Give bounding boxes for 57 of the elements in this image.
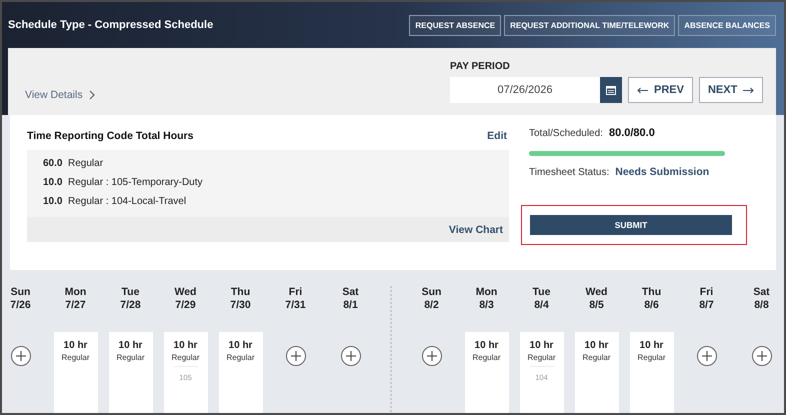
plus-icon [346, 351, 356, 361]
add-button[interactable] [752, 346, 772, 366]
view-chart-link[interactable]: View Chart [448, 224, 503, 236]
header-button[interactable]: ABSENCE BALANCES [678, 14, 776, 36]
time-entry-card[interactable]: 10 hr Regular [218, 332, 262, 413]
add-button[interactable] [10, 346, 30, 366]
day-header: Fri 8/7 [699, 286, 714, 313]
time-entry-card[interactable]: 10 hr Regular [54, 332, 98, 413]
add-button[interactable] [286, 346, 306, 366]
schedule-type-title: Schedule Type - Compressed Schedule [8, 19, 214, 31]
plus-icon [702, 351, 712, 361]
day-header: Sat 8/1 [342, 286, 359, 313]
total-value: 80.0/80.0 [608, 127, 655, 139]
date-field[interactable]: 07/26/2026 [450, 77, 600, 103]
day-header: Sat 8/8 [753, 286, 770, 313]
time-entry-card[interactable]: 10 hr Regular [630, 332, 674, 413]
status-label: Timesheet Status: [529, 167, 610, 178]
header-button[interactable]: REQUEST ABSENCE [409, 14, 502, 36]
plus-icon [16, 351, 26, 361]
plus-icon [756, 351, 766, 361]
day-header: Mon 8/3 [476, 286, 498, 313]
add-button[interactable] [696, 346, 716, 366]
day-header: Fri 7/31 [285, 286, 306, 313]
add-button[interactable] [422, 346, 442, 366]
pay-period-label: PAY PERIOD [450, 61, 511, 72]
day-header: Sun 8/2 [422, 286, 442, 313]
prev-button[interactable]: PREV [628, 77, 693, 103]
day-header: Mon 7/27 [64, 286, 86, 313]
hours-line: 60.0 Regular [43, 158, 104, 169]
hours-line: 10.0 Regular : 105-Temporary-Duty [43, 177, 204, 188]
plus-icon [290, 351, 300, 361]
header-button[interactable]: REQUEST ADDITIONAL TIME/TELEWORK [504, 14, 676, 36]
add-button[interactable] [340, 346, 360, 366]
next-button[interactable]: NEXT [698, 77, 764, 103]
summary-title: Time Reporting Code Total Hours [27, 130, 194, 142]
time-entry-card[interactable]: 10 hr Regular [574, 332, 618, 413]
total-label: Total/Scheduled: [529, 128, 603, 139]
day-header: Tue 7/28 [120, 286, 141, 313]
day-header: Sun 7/26 [10, 286, 31, 313]
day-header: Thu 8/6 [642, 286, 662, 313]
submit-button[interactable]: SUBMIT [530, 215, 732, 235]
chevron-right-icon [88, 90, 95, 100]
day-header: Wed 7/29 [174, 286, 196, 313]
status-value: Needs Submission [615, 166, 710, 178]
calendar-button[interactable] [600, 77, 622, 103]
view-details-link[interactable]: View Details [25, 89, 95, 101]
edit-link[interactable]: Edit [487, 130, 507, 142]
time-entry-card[interactable]: 10 hr Regular [464, 332, 508, 413]
arrow-right-icon [743, 86, 754, 94]
day-header: Tue 8/4 [532, 286, 550, 313]
plus-icon [426, 351, 436, 361]
hours-line: 10.0 Regular : 104-Local-Travel [43, 196, 188, 207]
calendar-icon [606, 85, 616, 95]
time-entry-card[interactable]: 10 hr Regular [108, 332, 152, 413]
day-header: Thu 7/30 [230, 286, 251, 313]
day-header: Wed 8/5 [586, 286, 608, 313]
arrow-left-icon [637, 86, 648, 94]
